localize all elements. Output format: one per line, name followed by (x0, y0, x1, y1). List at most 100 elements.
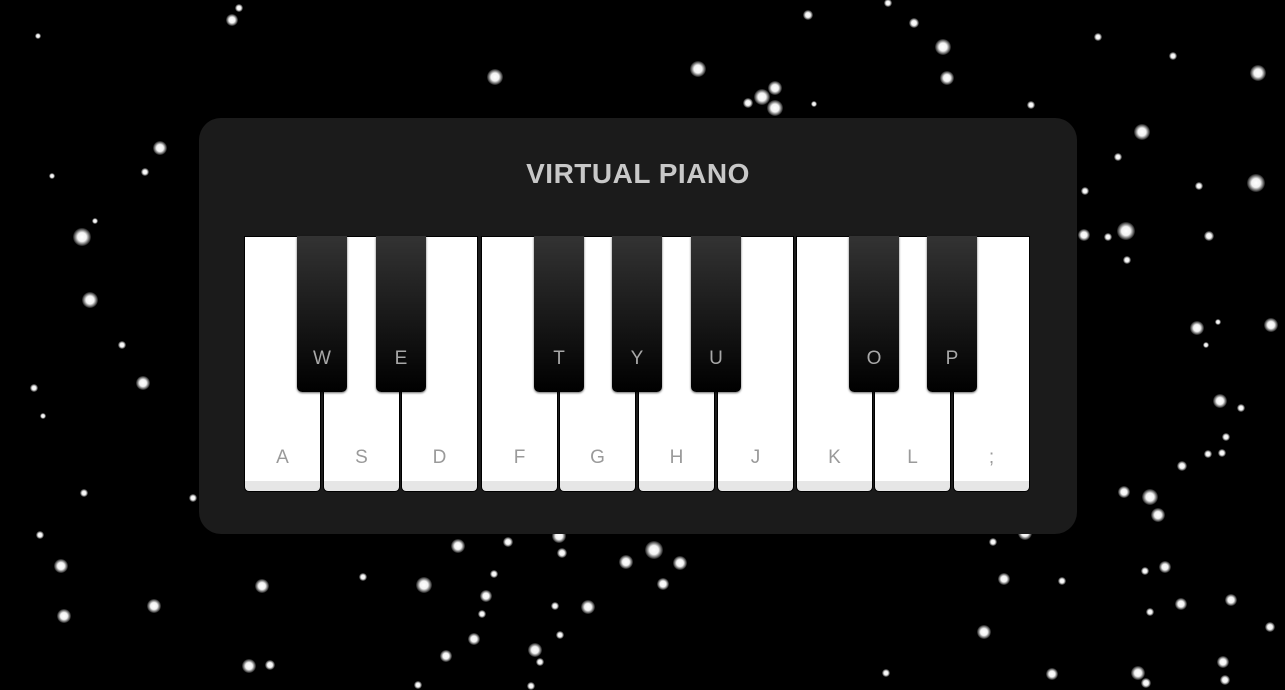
star-particle (811, 101, 817, 107)
star-particle (940, 71, 954, 85)
star-particle (1264, 318, 1278, 332)
star-particle (147, 599, 161, 613)
star-particle (1220, 675, 1230, 685)
star-particle (1104, 233, 1112, 241)
key-label: J (750, 447, 761, 468)
star-particle (478, 610, 486, 618)
star-particle (468, 633, 480, 645)
key-label: G (590, 447, 605, 468)
black-key-u[interactable]: U (691, 236, 741, 392)
star-particle (153, 141, 167, 155)
star-particle (556, 631, 564, 639)
star-particle (1159, 561, 1171, 573)
black-key-w[interactable]: W (297, 236, 347, 392)
star-particle (1217, 656, 1229, 668)
star-particle (1134, 124, 1150, 140)
key-label: L (907, 447, 918, 468)
star-particle (1146, 608, 1154, 616)
star-particle (1247, 174, 1265, 192)
star-particle (1175, 598, 1187, 610)
star-particle (527, 682, 535, 690)
star-particle (1213, 394, 1227, 408)
key-label: W (313, 348, 331, 369)
black-key-o[interactable]: O (849, 236, 899, 392)
star-particle (1118, 486, 1130, 498)
star-particle (743, 98, 753, 108)
star-particle (1222, 433, 1230, 441)
star-particle (1123, 256, 1131, 264)
star-particle (803, 10, 813, 20)
star-particle (1094, 33, 1102, 41)
star-particle (82, 292, 98, 308)
black-key-e[interactable]: E (376, 236, 426, 392)
key-label: H (669, 447, 684, 468)
black-key-p[interactable]: P (927, 236, 977, 392)
star-particle (92, 218, 98, 224)
key-label: S (355, 447, 368, 468)
key-label: K (828, 447, 841, 468)
star-particle (57, 609, 71, 623)
star-particle (118, 341, 126, 349)
star-particle (619, 555, 633, 569)
star-particle (265, 660, 275, 670)
star-particle (581, 600, 595, 614)
star-particle (480, 590, 492, 602)
star-particle (487, 69, 503, 85)
piano-panel: VIRTUAL PIANO A S D F G H J K L ; W E T … (199, 118, 1077, 534)
star-particle (551, 602, 559, 610)
star-particle (80, 489, 88, 497)
star-particle (1237, 404, 1245, 412)
star-particle (141, 168, 149, 176)
star-particle (1203, 342, 1209, 348)
star-particle (909, 18, 919, 28)
star-particle (1204, 231, 1214, 241)
star-particle (754, 89, 770, 105)
star-particle (977, 625, 991, 639)
star-particle (768, 81, 782, 95)
star-particle (136, 376, 150, 390)
star-particle (73, 228, 91, 246)
star-particle (1141, 678, 1151, 688)
star-particle (1058, 577, 1066, 585)
star-particle (414, 681, 422, 689)
star-particle (536, 658, 544, 666)
star-particle (1151, 508, 1165, 522)
star-particle (1117, 222, 1135, 240)
key-label: E (394, 348, 408, 369)
star-particle (49, 173, 55, 179)
star-particle (645, 541, 663, 559)
star-particle (1190, 321, 1204, 335)
star-particle (690, 61, 706, 77)
star-particle (884, 0, 892, 7)
star-particle (1195, 182, 1203, 190)
star-particle (1078, 229, 1090, 241)
star-particle (989, 538, 997, 546)
star-particle (490, 570, 498, 578)
star-particle (503, 537, 513, 547)
star-particle (440, 650, 452, 662)
star-particle (226, 14, 238, 26)
key-label: T (553, 348, 565, 369)
key-label: O (866, 348, 882, 369)
key-label: P (945, 348, 959, 369)
black-key-y[interactable]: Y (612, 236, 662, 392)
star-particle (767, 100, 783, 116)
piano-keyboard: A S D F G H J K L ; W E T Y U O P (244, 236, 1032, 494)
black-key-t[interactable]: T (534, 236, 584, 392)
key-label: F (513, 447, 526, 468)
star-particle (1177, 461, 1187, 471)
star-particle (528, 643, 542, 657)
star-particle (35, 33, 41, 39)
star-particle (242, 659, 256, 673)
star-particle (1218, 449, 1226, 457)
star-particle (36, 531, 44, 539)
star-particle (882, 669, 890, 677)
star-particle (1265, 622, 1275, 632)
star-particle (40, 413, 46, 419)
key-label: Y (630, 348, 644, 369)
star-particle (557, 548, 567, 558)
star-particle (1046, 668, 1058, 680)
star-particle (255, 579, 269, 593)
star-particle (1027, 101, 1035, 109)
page-title: VIRTUAL PIANO (526, 158, 750, 189)
